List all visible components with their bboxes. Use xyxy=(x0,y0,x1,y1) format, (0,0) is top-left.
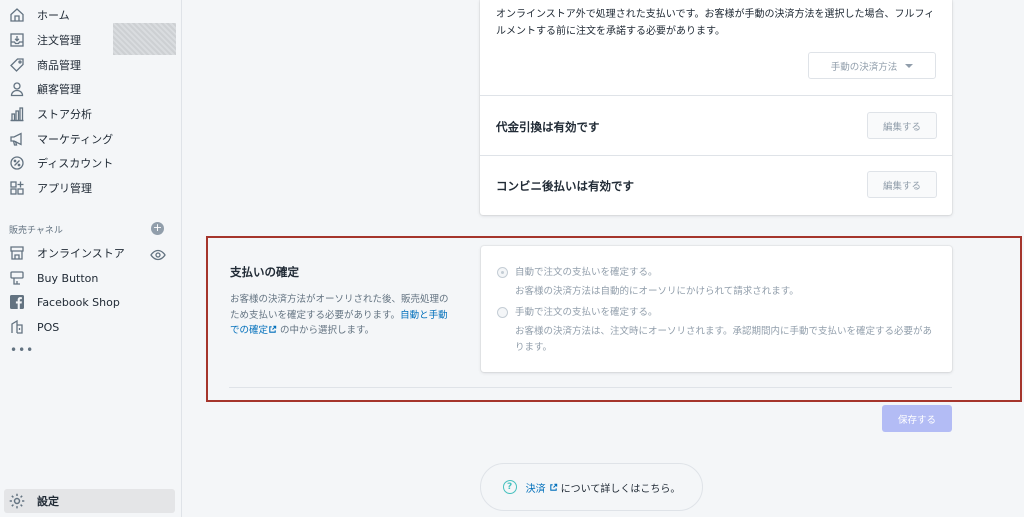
divider xyxy=(480,95,952,96)
sidebar-item-label: ディスカウント xyxy=(37,157,114,170)
more-channels-icon[interactable]: ••• xyxy=(10,343,34,357)
megaphone-icon xyxy=(8,130,26,148)
sidebar-item-label: ホーム xyxy=(37,9,70,22)
manual-payments-card: オンラインストア外で処理された支払いです。お客様が手動の決済方法を選択した場合、… xyxy=(480,0,952,215)
payments-help-link[interactable]: 決済 xyxy=(526,480,546,495)
sidebar-item-label: マーケティング xyxy=(37,133,114,146)
person-icon xyxy=(8,80,26,98)
sidebar-item-discounts[interactable]: ディスカウント xyxy=(0,152,182,174)
bar-chart-icon xyxy=(8,105,26,123)
sidebar-badge-placeholder xyxy=(113,23,176,55)
sidebar-item-label: Facebook Shop xyxy=(37,295,120,309)
sidebar-item-label: 顧客管理 xyxy=(37,83,81,96)
facebook-icon xyxy=(8,293,26,311)
edit-cash-on-delivery-button[interactable]: 編集する xyxy=(867,112,937,139)
sales-channels-heading: 販売チャネル xyxy=(9,226,63,236)
tag-icon xyxy=(8,56,26,74)
sidebar-item-label: 商品管理 xyxy=(37,59,81,72)
sidebar-item-pos[interactable]: POS xyxy=(0,316,182,338)
sidebar-item-products[interactable]: 商品管理 xyxy=(0,54,182,76)
caret-down-icon xyxy=(905,63,914,68)
sidebar-item-settings[interactable]: 設定 xyxy=(4,489,175,513)
learn-more-banner: ? 決済 について詳しくはこちら。 xyxy=(480,463,703,511)
manual-payments-description: オンラインストア外で処理された支払いです。お客様が手動の決済方法を選択した場合、… xyxy=(496,9,935,37)
sidebar-item-label: POS xyxy=(37,320,60,334)
edit-convenience-store-button[interactable]: 編集する xyxy=(867,171,937,198)
pos-icon xyxy=(8,318,26,336)
sidebar-item-buy-button[interactable]: Buy Button xyxy=(0,267,182,289)
home-icon xyxy=(8,6,26,24)
sidebar: ホーム 注文管理 商品管理 顧客管理 ストア分析 マーケティング ディスカウント… xyxy=(0,0,182,517)
dropdown-label: 手動の決済方法 xyxy=(830,61,898,73)
sidebar-item-label: ストア分析 xyxy=(37,108,92,121)
sidebar-item-analytics[interactable]: ストア分析 xyxy=(0,103,182,125)
sidebar-item-label: アプリ管理 xyxy=(37,182,92,195)
discount-icon xyxy=(8,154,26,172)
sidebar-item-label: 設定 xyxy=(37,495,59,508)
save-button[interactable]: 保存する xyxy=(882,405,952,432)
sidebar-item-label: Buy Button xyxy=(37,271,99,285)
sidebar-item-customers[interactable]: 顧客管理 xyxy=(0,78,182,100)
highlight-annotation xyxy=(206,236,1022,402)
sidebar-item-label: 注文管理 xyxy=(37,34,81,47)
manual-payment-method-dropdown[interactable]: 手動の決済方法 xyxy=(808,52,936,79)
divider xyxy=(480,155,952,156)
learn-more-text: について詳しくはこちら。 xyxy=(560,483,681,495)
convenience-store-title: コンビニ後払いは有効です xyxy=(496,179,634,193)
inbox-icon xyxy=(8,31,26,49)
cash-on-delivery-title: 代金引換は有効です xyxy=(496,120,600,134)
store-icon xyxy=(8,244,26,262)
gear-icon xyxy=(8,492,26,510)
apps-icon xyxy=(8,179,26,197)
external-link-icon xyxy=(549,483,557,491)
sidebar-item-apps[interactable]: アプリ管理 xyxy=(0,177,182,199)
eye-icon[interactable] xyxy=(150,247,166,263)
add-channel-icon[interactable]: + xyxy=(151,222,164,235)
question-icon: ? xyxy=(502,480,517,494)
sidebar-item-label: オンラインストア xyxy=(37,247,125,260)
buy-button-icon xyxy=(8,269,26,287)
sidebar-item-facebook-shop[interactable]: Facebook Shop xyxy=(0,291,182,313)
sidebar-item-marketing[interactable]: マーケティング xyxy=(0,128,182,150)
